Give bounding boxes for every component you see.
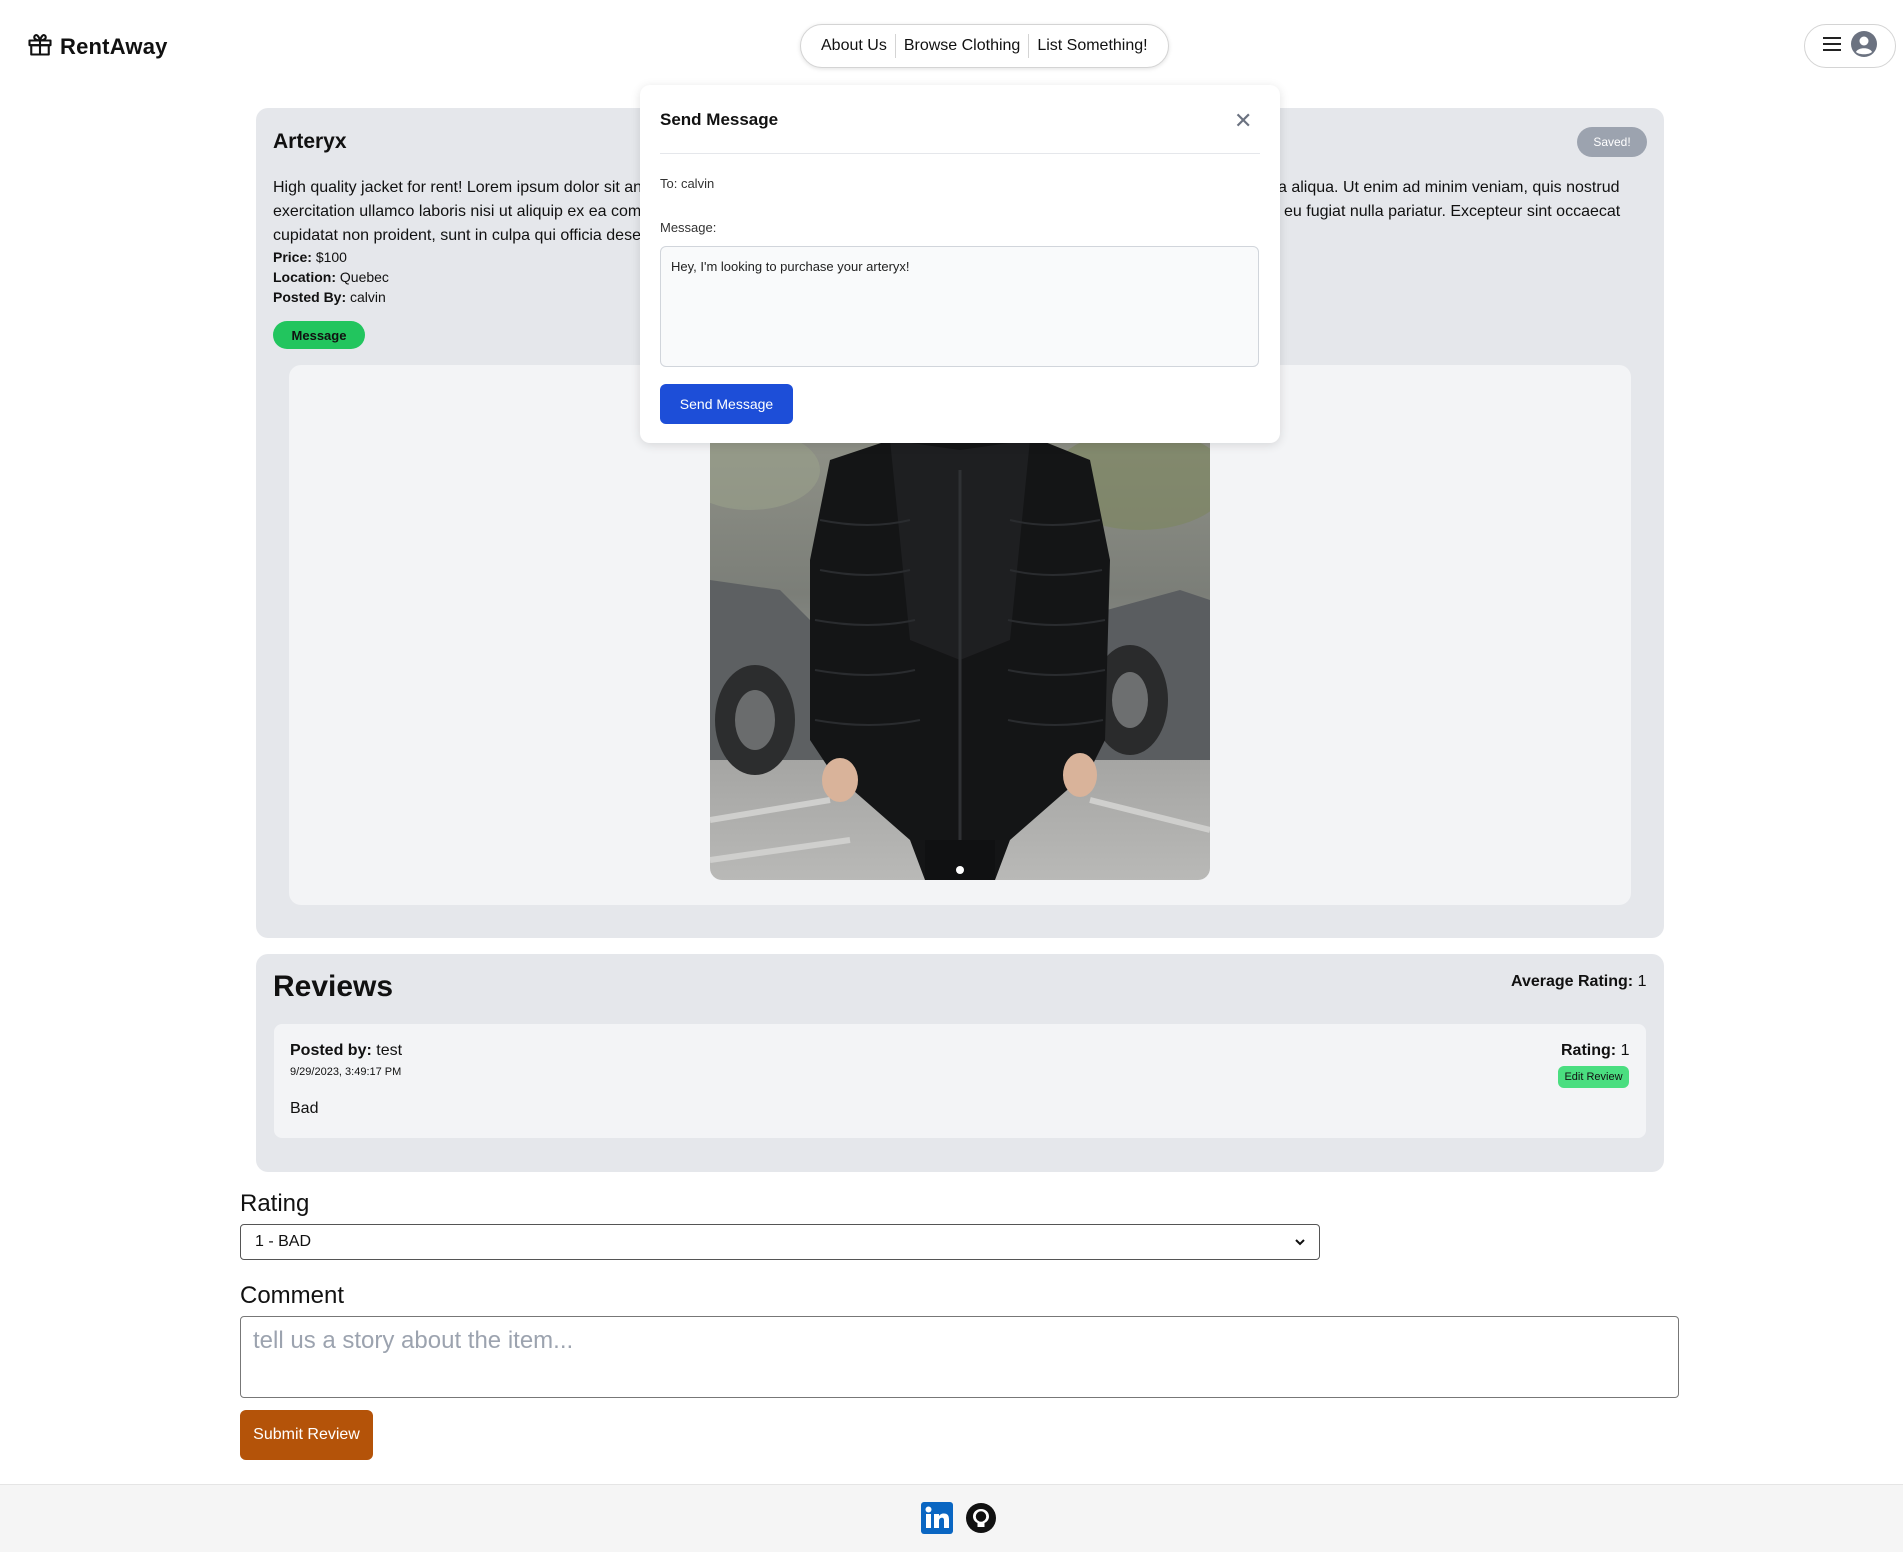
item-location: Location: Quebec — [273, 269, 389, 285]
linkedin-icon[interactable] — [921, 1502, 953, 1539]
item-posted-by: Posted By: calvin — [273, 289, 386, 305]
review-rating: Rating: 1 — [1561, 1042, 1629, 1060]
review-rating-value: 1 — [1620, 1042, 1630, 1059]
nav-list-something[interactable]: List Something! — [1029, 33, 1155, 59]
review-card — [274, 1024, 1646, 1138]
modal-divider — [660, 153, 1260, 154]
comment-label: Comment — [240, 1282, 345, 1309]
description-text: High quality jacket for rent! Lorem ipsu… — [273, 179, 643, 196]
message-textarea[interactable]: Hey, I'm looking to purchase your artery… — [660, 246, 1259, 367]
description-text: exercitation ullamco laboris nisi ut ali… — [273, 203, 642, 220]
average-rating: Average Rating: 1 — [1511, 973, 1646, 991]
app-logo[interactable]: RentAway — [26, 30, 168, 63]
average-rating-label: Average Rating: — [1511, 973, 1634, 990]
location-value: Quebec — [339, 269, 389, 285]
send-message-button[interactable]: Send Message — [660, 384, 793, 424]
gift-icon — [26, 30, 54, 63]
review-text: Bad — [290, 1100, 319, 1117]
posted-by-label: Posted By: — [273, 289, 347, 305]
avatar-icon — [1851, 30, 1877, 62]
price-label: Price: — [273, 249, 312, 265]
modal-message-label: Message: — [660, 220, 717, 235]
close-icon[interactable]: ✕ — [1234, 108, 1252, 134]
location-label: Location: — [273, 269, 336, 285]
posted-by-value: calvin — [350, 289, 386, 305]
rating-select-value: 1 - BAD — [255, 1233, 312, 1250]
item-price: Price: $100 — [273, 249, 347, 265]
description-text: eu fugiat nulla pariatur. Excepteur sint… — [1284, 203, 1621, 220]
chevron-down-icon — [1295, 1233, 1305, 1251]
message-button[interactable]: Message — [273, 321, 365, 349]
item-photo[interactable] — [710, 440, 1210, 880]
review-author-value: test — [376, 1042, 403, 1059]
rating-select[interactable]: 1 - BAD — [240, 1224, 1320, 1260]
price-value: $100 — [315, 249, 347, 265]
main-nav: About Us Browse Clothing List Something! — [800, 24, 1169, 68]
rating-label: Rating — [240, 1190, 310, 1217]
description-text: a aliqua. Ut enim ad minim veniam, quis … — [1278, 179, 1620, 196]
description-text: cupidatat non proident, sunt in culpa qu… — [273, 227, 641, 244]
reviews-title: Reviews — [273, 970, 394, 1003]
footer — [0, 1484, 1903, 1552]
nav-browse-clothing[interactable]: Browse Clothing — [896, 33, 1029, 59]
average-rating-value: 1 — [1637, 973, 1647, 990]
submit-review-button[interactable]: Submit Review — [240, 1410, 373, 1460]
user-menu-button[interactable] — [1804, 24, 1896, 68]
hamburger-icon — [1823, 36, 1841, 56]
review-author: Posted by: test — [290, 1042, 402, 1060]
github-icon[interactable] — [965, 1502, 997, 1539]
saved-badge[interactable]: Saved! — [1577, 127, 1647, 157]
modal-title: Send Message — [660, 110, 779, 129]
comment-textarea[interactable]: tell us a story about the item... — [240, 1316, 1679, 1398]
edit-review-button[interactable]: Edit Review — [1558, 1066, 1629, 1088]
nav-about-us[interactable]: About Us — [813, 33, 895, 59]
review-rating-label: Rating: — [1561, 1042, 1617, 1059]
app-name: RentAway — [60, 33, 168, 59]
review-date: 9/29/2023, 3:49:17 PM — [290, 1066, 402, 1078]
review-author-label: Posted by: — [290, 1042, 372, 1059]
modal-recipient: To: calvin — [660, 176, 715, 191]
item-title: Arteryx — [273, 130, 347, 153]
